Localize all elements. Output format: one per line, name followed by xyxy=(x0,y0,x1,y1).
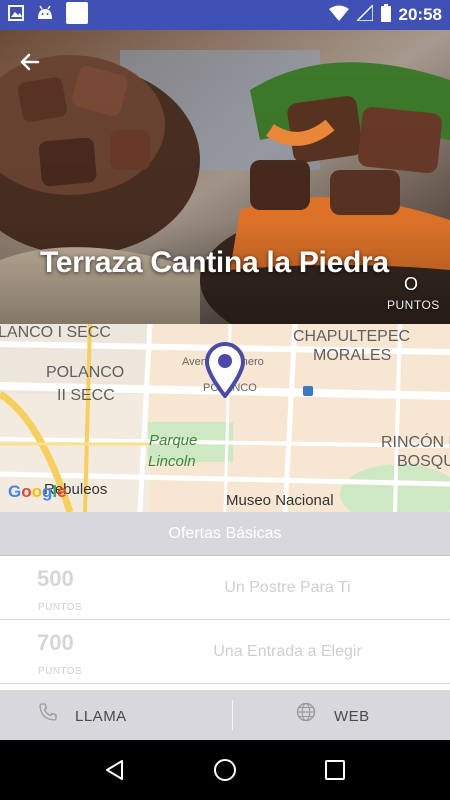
action-bar: LLAMA WEB xyxy=(0,690,450,740)
restaurant-name: Terraza Cantina la Piedra xyxy=(40,246,389,279)
map-label-polanco-ii-line1: POLANCO xyxy=(46,364,125,381)
restaurant-points-label: PUNTOS xyxy=(387,298,440,312)
offer-title: Un Postre Para Ti xyxy=(224,579,351,596)
wifi-icon xyxy=(328,5,349,26)
circle-home-icon xyxy=(214,759,236,781)
map-label-parque-line1: Parque xyxy=(149,432,198,449)
clock: 20:58 xyxy=(398,5,442,24)
square-recents-icon xyxy=(325,760,345,780)
offers-list: 500 PUNTOS Un Postre Para Ti 700 PUNTOS … xyxy=(0,556,450,684)
back-button[interactable] xyxy=(18,50,52,84)
system-nav-bar xyxy=(0,740,450,800)
web-label: WEB xyxy=(334,708,370,725)
back-arrow-icon xyxy=(20,53,40,71)
map-label-polanco-i: LANCO I SECC xyxy=(0,324,111,341)
map-label-morales: MORALES xyxy=(313,347,392,364)
offer-points: 700 xyxy=(37,630,74,655)
google-logo: Google xyxy=(8,482,67,502)
google-letter: G xyxy=(8,482,22,501)
map-label-rincon-line1: RINCÓN D xyxy=(381,434,450,451)
map-label-chapultepec: CHAPULTEPEC xyxy=(293,328,411,345)
google-letter: e xyxy=(57,482,67,501)
map-label-polanco-ii-line2: II SECC xyxy=(57,387,115,404)
restaurant-points-value: O xyxy=(404,274,419,294)
google-letter: o xyxy=(31,482,43,501)
blank-square-icon xyxy=(66,1,88,29)
offer-item[interactable]: 700 PUNTOS Una Entrada a Elegir xyxy=(0,620,450,684)
offers-section-header: Ofertas Básicas xyxy=(0,512,450,556)
globe-icon xyxy=(296,702,316,727)
map-label-rincon-line2: BOSQU xyxy=(397,453,450,470)
offer-points: 500 xyxy=(37,566,74,591)
restaurant-hero-image: Terraza Cantina la Piedra O PUNTOS xyxy=(0,30,450,324)
triangle-back-icon xyxy=(106,760,123,780)
signal-icon xyxy=(354,2,374,26)
google-letter: o xyxy=(21,482,32,501)
offer-item[interactable]: 500 PUNTOS Un Postre Para Ti xyxy=(0,556,450,620)
call-button[interactable]: LLAMA xyxy=(0,690,225,740)
offer-points-label: PUNTOS xyxy=(38,666,82,677)
android-icon xyxy=(36,5,54,26)
phone-icon xyxy=(38,702,58,727)
battery-icon xyxy=(380,3,391,27)
call-label: LLAMA xyxy=(75,708,127,725)
nav-back-button[interactable] xyxy=(95,750,135,790)
map-label-museo: Museo Nacional xyxy=(226,492,334,509)
status-bar: 20:58 xyxy=(0,0,450,30)
image-icon xyxy=(8,4,24,26)
map-label-parque-line2: Lincoln xyxy=(148,453,196,470)
offer-title: Una Entrada a Elegir xyxy=(213,643,362,660)
restaurant-detail-screen: 20:58 Terraza Cantina la Piedra O PUNTOS… xyxy=(0,0,450,800)
location-map[interactable]: LANCO I SECC CHAPULTEPEC MORALES Avenida… xyxy=(0,324,450,512)
web-button[interactable]: WEB xyxy=(225,690,450,740)
google-letter: g xyxy=(42,482,53,501)
location-pin-icon xyxy=(204,342,246,398)
offer-points-label: PUNTOS xyxy=(38,602,82,613)
nav-recents-button[interactable] xyxy=(315,750,355,790)
nav-home-button[interactable] xyxy=(205,750,245,790)
